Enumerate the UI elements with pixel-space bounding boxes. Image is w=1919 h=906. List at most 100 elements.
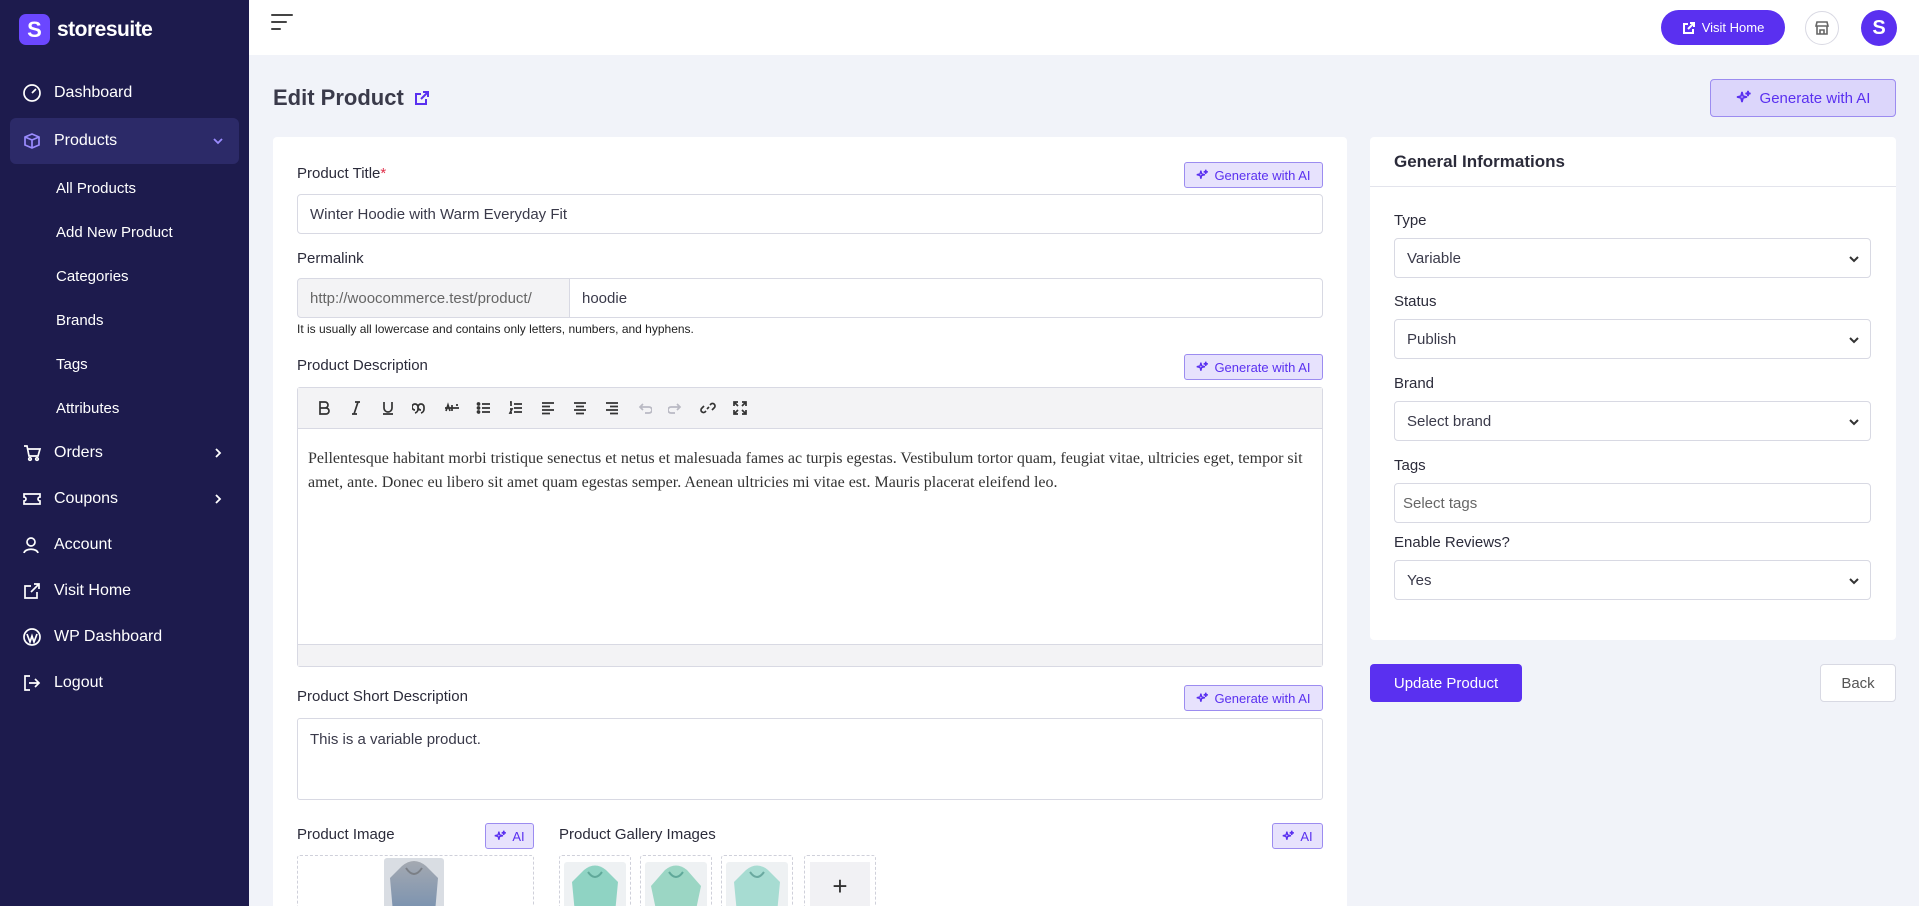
chevron-down-icon <box>1848 333 1860 345</box>
sidebar-item-label: Dashboard <box>54 84 133 101</box>
plus-icon[interactable]: + <box>810 862 870 906</box>
product-title-input[interactable]: Winter Hoodie with Warm Everyday Fit <box>297 194 1323 234</box>
chevron-down-icon <box>1848 415 1860 427</box>
sidebar-item-account[interactable]: Account <box>0 522 249 568</box>
ai-label: AI <box>1300 828 1313 844</box>
store-button[interactable] <box>1805 11 1839 45</box>
sidebar-item-dashboard[interactable]: Dashboard <box>0 70 249 116</box>
add-gallery-image-slot[interactable]: + <box>804 855 876 906</box>
sidebar-sub-add-new-product[interactable]: Add New Product <box>0 210 249 254</box>
hoodie-image <box>651 865 701 906</box>
visit-home-label: Visit Home <box>1701 20 1765 35</box>
brand-value: Select brand <box>1407 412 1492 430</box>
chevron-down-icon <box>211 134 225 148</box>
gallery-thumbnail[interactable] <box>645 862 707 906</box>
editor-statusbar <box>298 644 1322 666</box>
description-label: Product Description <box>297 357 428 374</box>
reviews-select[interactable]: Yes <box>1394 560 1871 600</box>
underline-icon[interactable] <box>372 393 404 423</box>
bullet-list-icon[interactable] <box>468 393 500 423</box>
type-select[interactable]: Variable <box>1394 238 1871 278</box>
chevron-down-icon <box>1848 252 1860 264</box>
status-select[interactable]: Publish <box>1394 319 1871 359</box>
generate-with-ai-label: Generate with AI <box>1759 89 1871 107</box>
store-icon <box>1814 21 1830 35</box>
fullscreen-icon[interactable] <box>724 393 756 423</box>
description-editor[interactable]: Pellentesque habitant morbi tristique se… <box>297 387 1323 667</box>
product-image-ai-button[interactable]: AI <box>485 823 534 849</box>
general-info-header: General Informations <box>1370 137 1896 187</box>
gallery-thumbnail[interactable] <box>564 862 626 906</box>
permalink-slug-input[interactable]: hoodie <box>569 278 1323 318</box>
menu-toggle-icon[interactable] <box>271 14 293 34</box>
box-icon <box>22 131 42 151</box>
sidebar-sub-attributes[interactable]: Attributes <box>0 386 249 430</box>
generate-ai-label: Generate with AI <box>1214 359 1311 375</box>
gauge-icon <box>22 83 42 103</box>
sidebar-item-logout[interactable]: Logout <box>0 660 249 706</box>
chevron-down-icon <box>1848 574 1860 586</box>
editor-toolbar <box>298 388 1322 429</box>
short-description-input[interactable]: This is a variable product. <box>297 718 1323 800</box>
generate-short-description-ai-button[interactable]: Generate with AI <box>1184 685 1323 711</box>
align-center-icon[interactable] <box>564 393 596 423</box>
visit-home-button[interactable]: Visit Home <box>1661 10 1785 45</box>
sidebar-item-wp-dashboard[interactable]: WP Dashboard <box>0 614 249 660</box>
page-title: Edit Product <box>273 85 430 111</box>
align-right-icon[interactable] <box>596 393 628 423</box>
sparkle-icon <box>1197 169 1209 179</box>
sidebar-item-visit-home[interactable]: Visit Home <box>0 568 249 614</box>
sidebar-sub-categories[interactable]: Categories <box>0 254 249 298</box>
strikethrough-icon[interactable] <box>436 393 468 423</box>
sidebar-item-coupons[interactable]: Coupons <box>0 476 249 522</box>
coupon-icon <box>22 489 42 509</box>
numbered-list-icon[interactable] <box>500 393 532 423</box>
generate-with-ai-button[interactable]: Generate with AI <box>1710 79 1896 117</box>
redo-icon[interactable] <box>660 393 692 423</box>
sidebar-item-products[interactable]: Products <box>10 118 239 164</box>
gallery-slot[interactable] <box>721 855 793 906</box>
gallery-ai-button[interactable]: AI <box>1272 823 1323 849</box>
gallery-thumbnail[interactable] <box>726 862 788 906</box>
align-left-icon[interactable] <box>532 393 564 423</box>
sidebar-item-label: Products <box>54 132 118 149</box>
product-title-label: Product Title* <box>297 165 386 182</box>
brand[interactable]: S storesuite <box>19 14 153 45</box>
sidebar-item-orders[interactable]: Orders <box>0 430 249 476</box>
brand-select[interactable]: Select brand <box>1394 401 1871 441</box>
gallery-slot[interactable] <box>559 855 631 906</box>
avatar[interactable]: S <box>1861 10 1897 46</box>
generate-ai-label: Generate with AI <box>1214 167 1311 183</box>
blockquote-icon[interactable] <box>404 393 436 423</box>
sparkle-icon <box>494 830 507 840</box>
italic-icon[interactable] <box>340 393 372 423</box>
description-text[interactable]: Pellentesque habitant morbi tristique se… <box>298 429 1322 513</box>
link-icon[interactable] <box>692 393 724 423</box>
generate-description-ai-button[interactable]: Generate with AI <box>1184 354 1323 380</box>
bold-icon[interactable] <box>308 393 340 423</box>
back-button[interactable]: Back <box>1820 664 1896 702</box>
update-product-button[interactable]: Update Product <box>1370 664 1522 702</box>
sidebar-sub-brands[interactable]: Brands <box>0 298 249 342</box>
product-title-label-text: Product Title <box>297 165 381 182</box>
product-image-dropzone[interactable] <box>297 855 534 906</box>
undo-icon[interactable] <box>628 393 660 423</box>
external-link-icon[interactable] <box>414 90 430 106</box>
permalink-label: Permalink <box>297 250 364 267</box>
reviews-label: Enable Reviews? <box>1394 534 1510 551</box>
permalink-hint: It is usually all lowercase and contains… <box>297 322 694 336</box>
sidebar-sub-all-products[interactable]: All Products <box>0 166 249 210</box>
tags-label: Tags <box>1394 457 1426 474</box>
generate-title-ai-button[interactable]: Generate with AI <box>1184 162 1323 188</box>
required-mark: * <box>380 165 387 182</box>
sidebar-sub-tags[interactable]: Tags <box>0 342 249 386</box>
status-value: Publish <box>1407 330 1457 348</box>
tags-input[interactable]: Select tags <box>1394 483 1871 523</box>
general-info-card: General Informations Type Variable Statu… <box>1370 137 1896 640</box>
chevron-right-icon <box>211 446 225 460</box>
sidebar-nav: Dashboard Products All Products Add New … <box>0 70 249 706</box>
gallery-slot[interactable] <box>640 855 712 906</box>
hoodie-image <box>734 865 780 906</box>
product-image-thumbnail[interactable] <box>384 858 444 906</box>
wordpress-icon <box>22 627 42 647</box>
